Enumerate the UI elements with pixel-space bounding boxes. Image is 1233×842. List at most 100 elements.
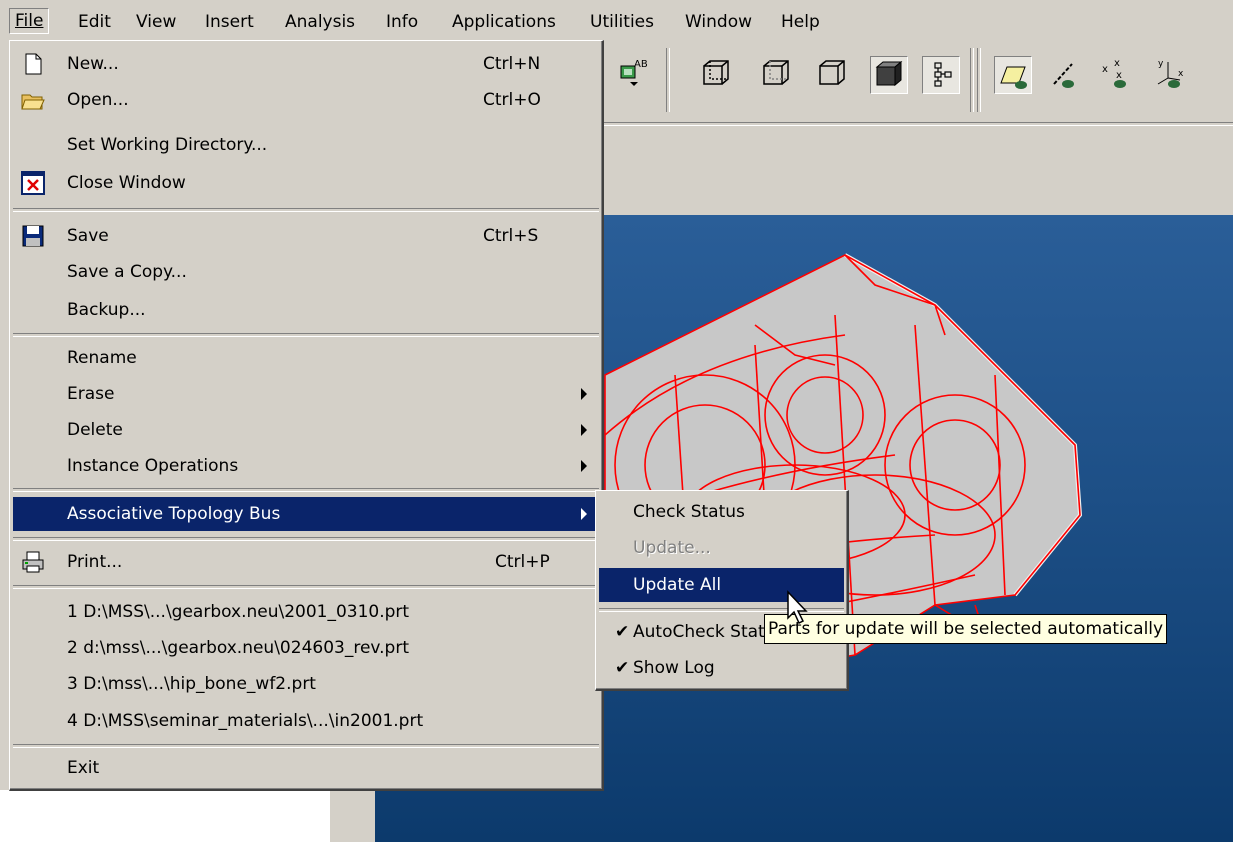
menu-item-erase-label: Erase [67, 384, 115, 404]
menu-separator [13, 333, 599, 337]
submenu-arrow-icon [581, 460, 587, 472]
tooltip: Parts for update will be selected automa… [764, 614, 1168, 644]
menu-applications[interactable]: Applications [452, 10, 556, 34]
submenu-item-show-log-label: Show Log [633, 658, 715, 678]
menu-separator [13, 744, 599, 748]
wireframe-icon[interactable] [698, 56, 734, 92]
menu-item-rename[interactable]: Rename [13, 341, 599, 375]
menu-window-label: Window [685, 12, 753, 32]
menu-insert-label: Insert [205, 12, 254, 32]
menu-analysis-label: Analysis [285, 12, 356, 32]
new-document-icon [25, 53, 42, 75]
menu-item-set-working-directory[interactable]: Set Working Directory... [13, 128, 599, 162]
submenu-item-update-label: Update... [633, 538, 711, 558]
toolbar: AB xxx yx [600, 40, 1233, 216]
coordinate-system-icon[interactable]: yx [1150, 56, 1186, 92]
menu-item-instance-operations[interactable]: Instance Operations [13, 449, 599, 483]
menu-applications-label: Applications [452, 12, 556, 32]
tooltip-text: Parts for update will be selected automa… [768, 619, 1164, 639]
menu-item-associative-topology-bus-label: Associative Topology Bus [67, 504, 281, 524]
datum-axis-icon[interactable] [1046, 56, 1082, 92]
menu-file[interactable]: File [9, 8, 50, 34]
menu-item-new-label: New... [67, 54, 119, 74]
menu-item-new-shortcut: Ctrl+N [483, 54, 541, 74]
toolbar-divider [600, 122, 1233, 126]
svg-text:x: x [1102, 64, 1108, 75]
menu-separator [13, 208, 599, 212]
menu-separator [13, 537, 599, 541]
checkmark-icon: ✔ [615, 658, 630, 678]
background-area [0, 790, 330, 842]
recent-file-4[interactable]: 4 D:\MSS\seminar_materials\...\in2001.pr… [13, 704, 599, 738]
menu-window[interactable]: Window [685, 10, 752, 34]
mouse-cursor-icon [787, 590, 808, 625]
annotation-display-icon[interactable]: AB [614, 56, 650, 92]
submenu-item-check-status[interactable]: Check Status [599, 495, 844, 529]
menu-item-save-shortcut: Ctrl+S [483, 226, 539, 246]
checkmark-icon: ✔ [615, 622, 630, 642]
menu-item-delete[interactable]: Delete [13, 413, 599, 447]
open-folder-icon [21, 94, 45, 110]
menu-separator [13, 488, 599, 492]
menu-help[interactable]: Help [781, 10, 820, 34]
recent-file-3[interactable]: 3 D:\mss\...\hip_bone_wf2.prt [13, 667, 599, 701]
menu-item-save[interactable]: Save Ctrl+S [13, 219, 599, 253]
menu-item-print-label: Print... [67, 552, 123, 572]
menu-analysis[interactable]: Analysis [285, 10, 355, 34]
submenu-arrow-icon [581, 508, 587, 520]
menu-item-open-shortcut: Ctrl+O [483, 90, 541, 110]
menu-item-exit-label: Exit [67, 758, 100, 778]
menu-edit[interactable]: Edit [78, 10, 111, 34]
svg-text:y: y [1158, 59, 1164, 69]
menu-info-label: Info [386, 12, 419, 32]
submenu-arrow-icon [581, 388, 587, 400]
menu-item-set-working-directory-label: Set Working Directory... [67, 135, 268, 155]
floppy-disk-icon [22, 225, 44, 247]
menu-view[interactable]: View [136, 10, 176, 34]
recent-file-1[interactable]: 1 D:\MSS\...\gearbox.neu\2001_0310.prt [13, 595, 599, 629]
menu-view-label: View [136, 12, 177, 32]
submenu-item-update-all-label: Update All [633, 575, 722, 595]
atb-submenu: Check Status Update... Update All ✔ Auto… [595, 490, 849, 691]
menu-file-label: File [15, 11, 44, 31]
menu-item-rename-label: Rename [67, 348, 137, 368]
menu-utilities[interactable]: Utilities [590, 10, 654, 34]
menu-item-save-a-copy[interactable]: Save a Copy... [13, 255, 599, 289]
menu-item-save-a-copy-label: Save a Copy... [67, 262, 187, 282]
hidden-line-icon[interactable] [758, 56, 794, 92]
menu-item-save-label: Save [67, 226, 109, 246]
menu-item-print[interactable]: Print... Ctrl+P [13, 545, 599, 579]
menu-item-backup[interactable]: Backup... [13, 293, 599, 327]
menu-edit-label: Edit [78, 12, 111, 32]
menu-item-new[interactable]: New... Ctrl+N [13, 47, 599, 81]
menu-item-delete-label: Delete [67, 420, 123, 440]
submenu-item-show-log[interactable]: ✔ Show Log [599, 651, 844, 685]
menu-info[interactable]: Info [386, 10, 418, 34]
menu-item-open[interactable]: Open... Ctrl+O [13, 83, 599, 117]
file-menu: New... Ctrl+N Open... Ctrl+O Set Working… [9, 40, 604, 791]
model-tree-icon[interactable] [922, 56, 960, 94]
recent-file-2[interactable]: 2 d:\mss\...\gearbox.neu\024603_rev.prt [13, 631, 599, 665]
svg-text:x: x [1114, 58, 1120, 69]
toolbar-separator [666, 48, 670, 112]
close-window-icon [21, 171, 45, 195]
menu-item-associative-topology-bus[interactable]: Associative Topology Bus [13, 497, 599, 531]
menu-item-erase[interactable]: Erase [13, 377, 599, 411]
menu-utilities-label: Utilities [590, 12, 654, 32]
menu-help-label: Help [781, 12, 820, 32]
menu-item-open-label: Open... [67, 90, 129, 110]
menu-item-print-shortcut: Ctrl+P [495, 552, 550, 572]
recent-file-4-label: 4 D:\MSS\seminar_materials\...\in2001.pr… [67, 711, 424, 731]
datum-plane-icon[interactable] [994, 56, 1032, 94]
printer-icon [22, 551, 44, 573]
recent-file-2-label: 2 d:\mss\...\gearbox.neu\024603_rev.prt [67, 638, 409, 658]
datum-point-icon[interactable]: xxx [1098, 56, 1134, 92]
menu-item-exit[interactable]: Exit [13, 751, 599, 785]
menu-item-close-window[interactable]: Close Window [13, 166, 599, 200]
submenu-item-update[interactable]: Update... [599, 531, 844, 565]
no-hidden-icon[interactable] [814, 56, 850, 92]
shading-icon[interactable] [870, 56, 908, 94]
menu-item-backup-label: Backup... [67, 300, 146, 320]
menu-insert[interactable]: Insert [205, 10, 254, 34]
submenu-item-check-status-label: Check Status [633, 502, 745, 522]
